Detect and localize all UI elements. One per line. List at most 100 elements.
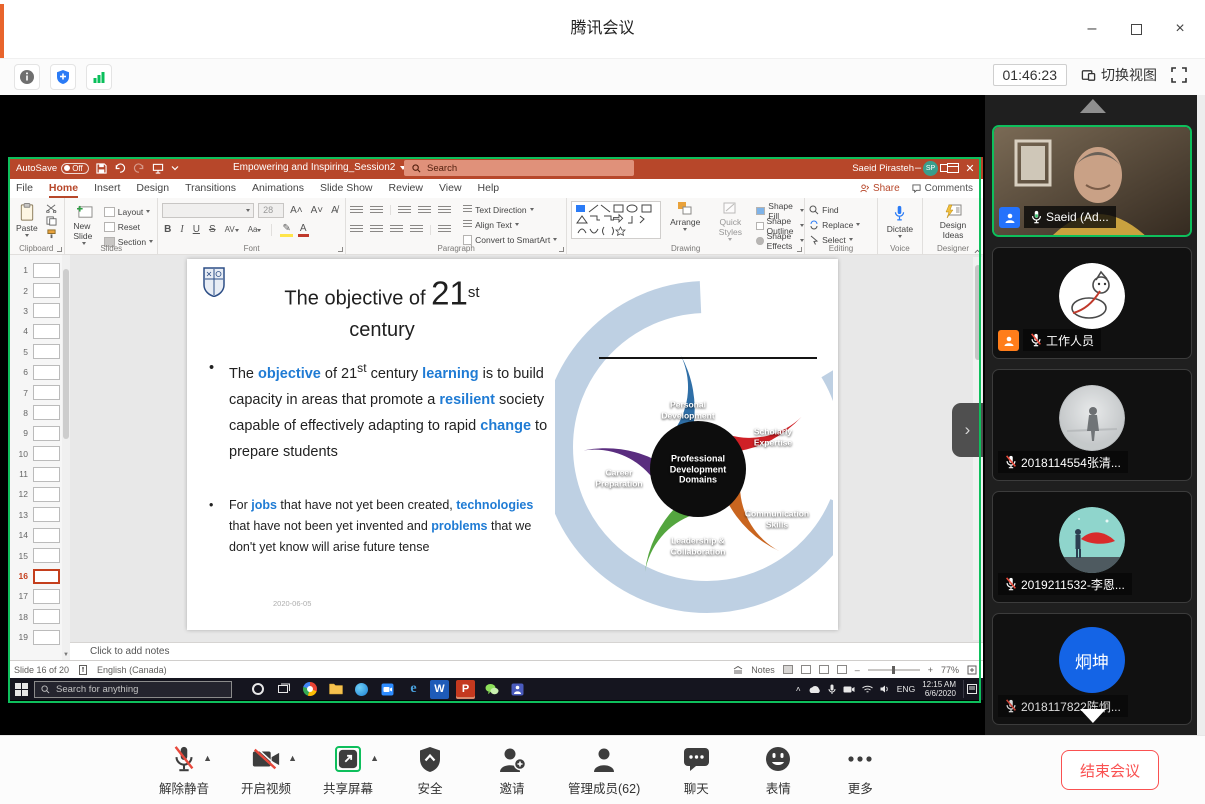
drawing-dialog-launcher[interactable] [797,247,802,252]
start-video-button[interactable]: ▲ 开启视频 [240,744,292,797]
text-direction-button[interactable]: Text Direction [463,203,557,216]
wechat-icon[interactable] [482,680,501,699]
network-icon[interactable] [862,685,873,694]
ppt-menu-tab[interactable]: Animations [244,179,312,198]
new-slide-button[interactable]: New Slide [69,201,98,248]
ppt-menu-tab[interactable]: File [8,179,41,198]
action-center-icon[interactable] [963,680,979,698]
cortana-icon[interactable] [248,680,267,699]
task-view-icon[interactable] [274,680,293,699]
language-indicator[interactable]: English (Canada) [97,665,167,675]
participant-tile[interactable]: 工作人员 [992,247,1192,359]
manage-members-button[interactable]: 管理成员(62) [568,744,640,797]
meeting-info-icon[interactable] [14,64,40,90]
design-ideas-button[interactable]: Design Ideas [927,204,979,240]
qat-customize-icon[interactable] [171,164,179,172]
invite-button[interactable]: 邀请 [486,744,538,797]
bullets-icon[interactable] [350,206,363,215]
start-button[interactable] [8,683,34,696]
font-color-icon[interactable]: A [298,223,309,237]
participant-tile[interactable]: 2019211532-李恩... [992,491,1192,603]
italic-icon[interactable]: I [178,224,185,235]
ppt-search-box[interactable]: Search [404,160,634,176]
thumbnail-scrollbar[interactable] [62,255,70,660]
collapse-ribbon-icon[interactable] [974,246,979,251]
zoom-slider[interactable] [868,669,920,671]
tray-camera-icon[interactable] [843,685,855,694]
bold-icon[interactable]: B [162,224,173,235]
sidebar-collapse-handle[interactable]: › [952,403,983,457]
language-indicator[interactable]: ENG [897,684,915,694]
slide-canvas[interactable]: The objective of 21st century The object… [187,259,838,630]
network-signal-icon[interactable] [86,64,112,90]
numbering-icon[interactable] [370,206,383,215]
close-icon[interactable]: × [1169,18,1191,40]
powerpoint-icon[interactable]: P [456,680,475,699]
notes-toggle-label[interactable]: Notes [751,665,775,675]
char-spacing-icon[interactable]: AV [223,225,241,234]
replace-button[interactable]: Replace [809,218,873,231]
ppt-close-icon[interactable]: ✕ [957,157,983,179]
share-button[interactable]: Share [860,183,900,194]
zoom-out-icon[interactable]: – [855,665,860,675]
autosave-toggle[interactable]: AutoSave Off [16,163,89,174]
paste-button[interactable]: Paste [12,201,42,239]
ppt-menu-tab[interactable]: Home [41,179,86,198]
participants-scroll-down-icon[interactable] [1080,709,1106,723]
ppt-menu-tab[interactable]: Insert [86,179,128,198]
slide-sorter-view-icon[interactable] [801,665,811,674]
reading-view-icon[interactable] [819,665,829,674]
font-dialog-launcher[interactable] [338,247,343,252]
security-button[interactable]: 安全 [404,744,456,797]
tray-expand-icon[interactable]: ˄ [796,684,801,694]
clear-format-icon[interactable]: A̸ [329,205,340,216]
ppt-menu-tab[interactable]: Review [381,179,431,198]
internet-explorer-icon[interactable]: e [404,680,423,699]
slideshow-view-icon[interactable] [837,665,847,674]
more-button[interactable]: 更多 [834,744,886,797]
ppt-menu-tab[interactable]: Help [470,179,508,198]
align-left-icon[interactable] [350,225,363,234]
strikethrough-icon[interactable]: S [207,224,218,235]
word-icon[interactable]: W [430,680,449,699]
volume-icon[interactable] [880,684,890,694]
align-center-icon[interactable] [370,225,383,234]
copy-icon[interactable] [46,216,57,226]
font-name-combobox[interactable] [162,203,254,218]
font-size-combobox[interactable]: 28 [258,203,284,218]
redo-icon[interactable] [133,163,145,174]
dictate-button[interactable]: Dictate [883,205,917,238]
notes-toggle-icon[interactable] [733,666,743,674]
arrange-button[interactable]: Arrange [666,201,704,231]
save-icon[interactable] [96,163,107,174]
video-options-arrow[interactable]: ▲ [288,753,297,763]
increase-font-icon[interactable]: A˄ [288,205,305,216]
unmute-button[interactable]: ▲ 解除静音 [158,744,210,797]
layout-button[interactable]: Layout [104,205,153,218]
normal-view-icon[interactable] [783,665,793,674]
mic-options-arrow[interactable]: ▲ [203,753,212,763]
chat-button[interactable]: 聊天 [670,744,722,797]
taskbar-clock[interactable]: 12:15 AM 6/6/2020 [922,680,956,698]
undo-icon[interactable] [114,163,126,174]
find-button[interactable]: Find [809,203,873,216]
accessibility-icon[interactable] [79,665,87,675]
fit-slide-icon[interactable] [967,665,977,675]
security-shield-icon[interactable] [50,64,76,90]
slide-thumbnail-panel[interactable]: 1 2 3 [8,255,70,660]
switch-view-button[interactable]: 切换视图 [1081,65,1157,85]
ppt-minimize-icon[interactable]: – [905,157,931,179]
line-spacing-icon[interactable] [438,206,451,215]
share-screen-button[interactable]: ▲ 共享屏幕 [322,744,374,797]
thumbnail-scroll-down-icon[interactable]: ▼ [62,650,70,660]
align-text-button[interactable]: Align Text [463,218,557,231]
ppt-menu-tab[interactable]: View [431,179,470,198]
video-app-icon[interactable] [378,680,397,699]
minimize-icon[interactable]: – [1081,18,1103,40]
format-painter-icon[interactable] [46,229,57,239]
participants-scrollbar[interactable] [1197,95,1205,735]
slideshow-icon[interactable] [152,163,164,174]
paragraph-dialog-launcher[interactable] [559,247,564,252]
participant-tile[interactable]: Saeid (Ad... [992,125,1192,237]
shapes-gallery[interactable] [571,201,661,239]
